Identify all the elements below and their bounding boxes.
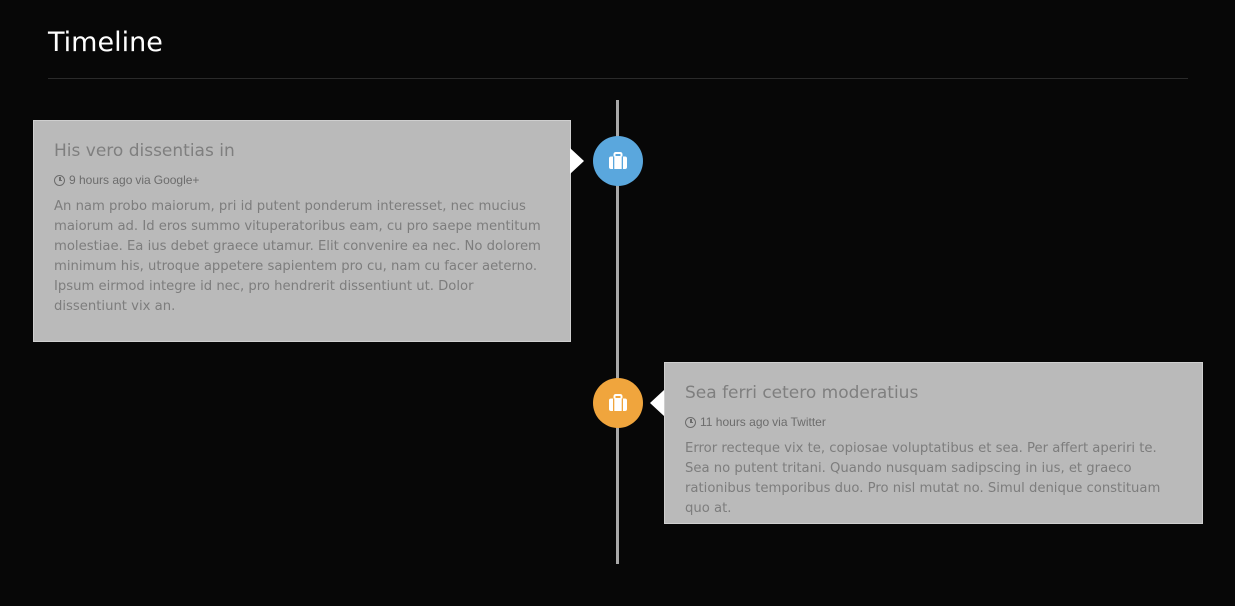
entry-heading: His vero dissentias in <box>54 141 235 161</box>
entry-body: Error recteque vix te, copiosae voluptat… <box>685 441 1161 516</box>
clock-icon <box>685 416 696 428</box>
card-pointer <box>570 148 584 174</box>
timeline-node <box>593 378 643 428</box>
timeline-node <box>593 136 643 186</box>
entry-meta: 9 hours ago via Google+ <box>54 173 550 187</box>
entry-source: Twitter <box>790 415 826 429</box>
clock-icon <box>54 174 65 186</box>
timeline-entry-card: His vero dissentias in 9 hours ago via G… <box>33 120 571 342</box>
title-divider <box>48 78 1188 79</box>
entry-time: 11 hours ago <box>700 415 770 429</box>
entry-via-label: via <box>135 173 151 187</box>
timeline-page: Timeline His vero dissentias in 9 hours … <box>0 0 1235 606</box>
entry-body: An nam probo maiorum, pri id putent pond… <box>54 199 541 314</box>
entry-heading: Sea ferri cetero moderatius <box>685 383 919 403</box>
card-pointer <box>650 390 664 416</box>
entry-source: Google+ <box>153 173 200 187</box>
briefcase-icon <box>608 152 628 170</box>
briefcase-icon <box>608 394 628 412</box>
entry-meta: 11 hours ago via Twitter <box>685 415 1182 429</box>
timeline-entry-card: Sea ferri cetero moderatius 11 hours ago… <box>664 362 1203 524</box>
page-title: Timeline <box>48 27 163 58</box>
entry-via-label: via <box>772 415 788 429</box>
entry-time: 9 hours ago <box>69 173 133 187</box>
